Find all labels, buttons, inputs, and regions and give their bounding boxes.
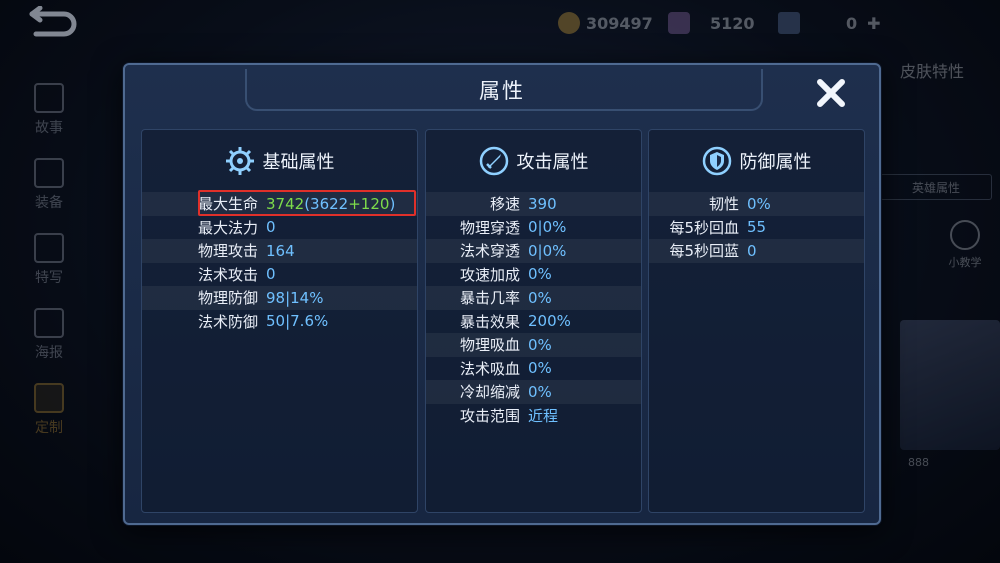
attribute-row: 暴击几率 0% [426,286,641,310]
attribute-value: 0% [747,194,771,213]
attribute-value: 200% [528,312,571,331]
attribute-name: 物理穿透 [459,218,520,237]
attribute-name: 暴击几率 [459,289,520,308]
attribute-row: 物理吸血 0% [426,333,641,357]
close-button[interactable] [811,73,851,113]
gear-icon [225,147,254,175]
attribute-row: 攻击范围 近程 [426,404,641,428]
attribute-name: 每5秒回蓝 [669,242,739,261]
attribute-name: 最大法力 [197,218,258,237]
attribute-row: 物理防御 98|14% [142,286,417,310]
column-title: 基础属性 [262,152,335,173]
attribute-row: 移速 390 [426,192,641,216]
attribute-value: 0 [266,218,276,237]
attribute-name: 物理防御 [197,289,258,308]
close-icon [817,79,845,107]
attribute-list: 韧性 0% 每5秒回血 55 每5秒回蓝 0 [649,192,864,263]
attribute-name: 法术吸血 [459,359,520,378]
attribute-name: 攻击范围 [459,406,520,425]
column-header: 防御属性 [649,130,864,192]
column-title: 攻击属性 [516,152,589,173]
attribute-name: 冷却缩减 [459,383,520,402]
attribute-value: 0 [266,265,276,284]
detail-close: ) [389,194,396,213]
attribute-value: 0% [528,359,552,378]
attribute-value: 0% [528,288,552,307]
column-header: 攻击属性 [426,130,641,192]
attribute-row: 每5秒回蓝 0 [649,239,864,263]
attribute-name: 移速 [489,195,520,214]
attribute-row: 每5秒回血 55 [649,216,864,240]
attribute-row: 法术吸血 0% [426,357,641,381]
attribute-value: 0|0% [528,218,567,237]
attribute-row: 最大生命 3742(3622+120) [142,190,417,216]
attribute-row: 冷却缩减 0% [426,380,641,404]
column-header: 基础属性 [142,130,417,192]
attribute-list: 移速 390 物理穿透 0|0% 法术穿透 0|0% 攻速加成 0% 暴击几率 0% 暴击… [426,192,641,427]
attribute-row: 物理穿透 0|0% [426,216,641,240]
attribute-row: 法术穿透 0|0% [426,239,641,263]
attribute-name: 每5秒回血 [669,218,739,237]
attribute-value: 50|7.6% [266,312,329,331]
modal-title: 属性 [479,79,525,103]
shield-icon [702,146,731,176]
attribute-value: 近程 [528,406,559,425]
attribute-name: 法术攻击 [197,265,258,284]
max-health-base: 3622 [310,194,349,213]
attribute-value: 0 [747,241,757,260]
attribute-value: 3742(3622+120) [266,195,395,213]
attribute-name: 物理吸血 [459,336,520,355]
column-title: 防御属性 [739,152,812,173]
basic-attributes-column: 基础属性 最大生命 3742(3622+120) 最大法力 0 物理攻击 164 法… [141,129,418,513]
attribute-row: 法术防御 50|7.6% [142,310,417,334]
attribute-name: 攻速加成 [459,265,520,284]
attribute-name: 法术穿透 [459,242,520,261]
attribute-value: 0|0% [528,241,567,260]
sword-icon [479,146,508,176]
attribute-name: 物理攻击 [197,242,258,261]
attribute-value: 0% [528,265,552,284]
modal-header: 属性 [125,65,879,117]
attribute-value: 98|14% [266,288,324,307]
attribute-row: 攻速加成 0% [426,263,641,287]
attribute-value: 55 [747,218,767,237]
attribute-value: 164 [266,241,295,260]
max-health-total: 3742 [266,194,305,213]
attribute-row: 暴击效果 200% [426,310,641,334]
attribute-name: 暴击效果 [459,312,520,331]
attribute-row: 法术攻击 0 [142,263,417,287]
attributes-modal: 属性 基础属性 最大生命 3742(3622+120) 最大法力 0 物理攻击 … [123,63,881,525]
attribute-value: 0% [528,335,552,354]
attribute-value: 390 [528,194,557,213]
attack-attributes-column: 攻击属性 移速 390 物理穿透 0|0% 法术穿透 0|0% 攻速加成 0% 暴击几率… [425,129,642,513]
attribute-name: 最大生命 [197,195,258,214]
attribute-name: 法术防御 [197,312,258,331]
defense-attributes-column: 防御属性 韧性 0% 每5秒回血 55 每5秒回蓝 0 [648,129,865,513]
attribute-value: 0% [528,382,552,401]
attribute-list: 最大生命 3742(3622+120) 最大法力 0 物理攻击 164 法术攻击 0 … [142,190,417,334]
attribute-name: 韧性 [708,195,739,214]
attribute-row: 韧性 0% [649,192,864,216]
max-health-bonus: +120 [348,194,390,213]
attribute-row: 物理攻击 164 [142,239,417,263]
attribute-row: 最大法力 0 [142,216,417,240]
